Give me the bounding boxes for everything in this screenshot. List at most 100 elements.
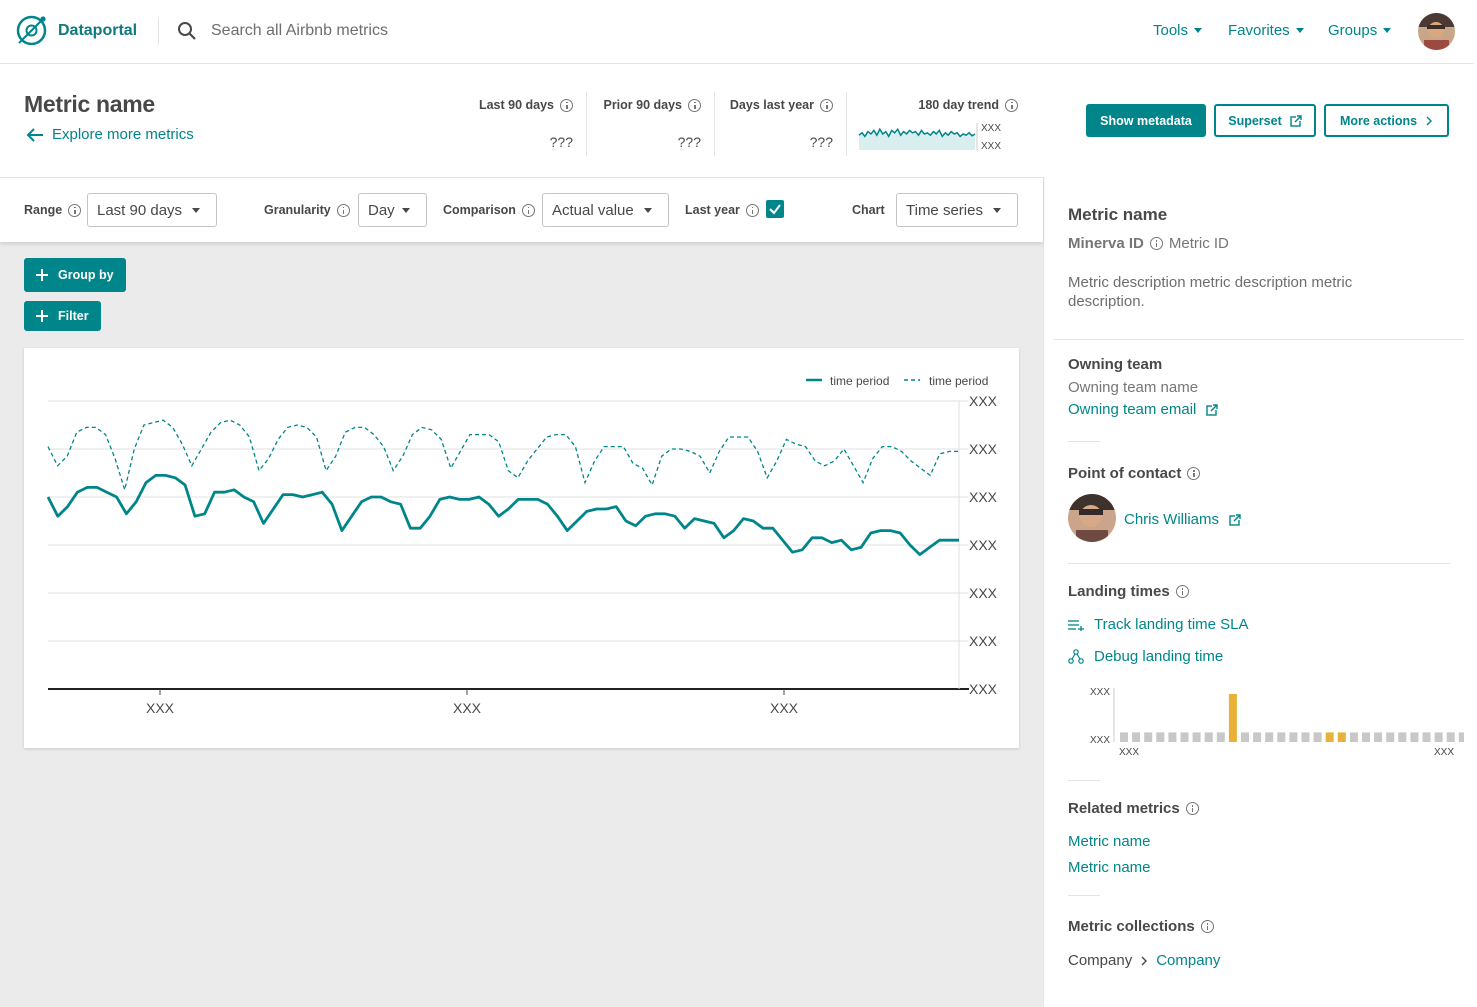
contact-name-link[interactable]: Chris Williams [1124, 511, 1241, 528]
brand-name[interactable]: Dataportal [58, 22, 137, 40]
info-icon[interactable] [336, 203, 350, 217]
chart-label-group: Chart [852, 203, 885, 217]
breadcrumb-root[interactable]: Company [1068, 952, 1132, 969]
more-actions-label: More actions [1339, 113, 1418, 128]
landing-bar [1398, 732, 1407, 742]
time-series-chart[interactable]: XXX XXX XXX XXX XXX XXX XXX XXX XXX XXX time per… [24, 348, 1019, 748]
breadcrumb-leaf[interactable]: Company [1156, 952, 1220, 969]
range-select[interactable]: Last 90 days [87, 193, 217, 227]
more-actions-button[interactable]: More actions [1324, 104, 1449, 137]
superset-label: Superset [1228, 113, 1282, 128]
info-icon[interactable] [521, 203, 535, 217]
metric-id-value: Metric ID [1168, 235, 1229, 252]
search-input[interactable] [211, 19, 611, 43]
landing-times-label: Landing times [1068, 583, 1170, 600]
y-tick-label: XXX [969, 393, 998, 409]
landing-bar [1325, 732, 1334, 742]
y-tick-label: XXX [969, 537, 998, 553]
landing-times-chart[interactable]: XXX XXX XXX XXX [1084, 682, 1464, 762]
landing-bar [1301, 732, 1310, 742]
explore-more-metrics-link[interactable]: Explore more metrics [26, 126, 194, 143]
info-icon[interactable] [68, 203, 82, 217]
stat-value: ??? [549, 134, 573, 150]
contact-avatar[interactable] [1068, 494, 1116, 542]
stat-last-90-days: Last 90 days ??? [440, 98, 573, 150]
related-metrics-label: Related metrics [1068, 800, 1180, 817]
show-metadata-button[interactable]: Show metadata [1086, 104, 1206, 137]
related-metric-link[interactable]: Metric name [1068, 833, 1151, 850]
collection-breadcrumb: Company Company [1068, 952, 1220, 969]
debug-landing-time-link[interactable]: Debug landing time [1068, 648, 1223, 665]
debug-landing-time-label: Debug landing time [1094, 648, 1224, 665]
info-icon[interactable] [1149, 237, 1163, 250]
info-icon[interactable] [745, 203, 759, 217]
arrow-left-icon [26, 127, 43, 142]
landing-x-label-end: XXX [1434, 747, 1454, 758]
granularity-label-group: Granularity [264, 203, 350, 217]
chart-type-select[interactable]: Time series [896, 193, 1018, 227]
related-metric-link[interactable]: Metric name [1068, 859, 1151, 876]
related-metrics-title: Related metrics [1068, 800, 1199, 817]
info-icon[interactable] [560, 98, 573, 112]
owning-team-email-label: Owning team email [1068, 401, 1197, 418]
main-content: Group by Filter XXX XXX XXX XXX XXX XXX XXX XX… [0, 242, 1043, 1007]
group-by-button[interactable]: Group by [24, 258, 126, 292]
landing-bar [1422, 732, 1431, 742]
point-of-contact-title: Point of contact [1068, 465, 1201, 482]
groups-menu[interactable]: Groups [1328, 22, 1392, 39]
tools-menu[interactable]: Tools [1153, 22, 1203, 39]
info-icon[interactable] [1005, 98, 1018, 112]
y-tick-label: XXX [969, 681, 998, 697]
favorites-menu[interactable]: Favorites [1228, 22, 1304, 39]
landing-bar [1362, 732, 1370, 742]
granularity-select[interactable]: Day [358, 193, 427, 227]
favorites-menu-label: Favorites [1228, 22, 1290, 39]
y-tick-label: XXX [969, 441, 998, 457]
minerva-id-label: Minerva ID [1068, 235, 1144, 252]
last-year-label-group: Last year [685, 203, 759, 217]
track-landing-sla-link[interactable]: Track landing time SLA [1068, 616, 1249, 633]
metadata-panel: Metric name Minerva ID Metric ID Metric … [1043, 177, 1474, 1007]
metric-header: Metric name Explore more metrics Last 90… [0, 64, 1474, 177]
landing-bar [1253, 732, 1262, 742]
landing-bar [1434, 732, 1443, 742]
stat-value: ??? [677, 134, 701, 150]
y-axis-ticks: XXX XXX XXX XXX XXX XXX XXX [969, 393, 998, 697]
landing-times-title: Landing times [1068, 583, 1189, 600]
group-by-label: Group by [58, 268, 114, 282]
stat-divider [586, 92, 587, 156]
user-avatar[interactable] [1418, 13, 1455, 50]
landing-bar [1192, 732, 1201, 742]
landing-bar [1180, 732, 1189, 742]
filter-button[interactable]: Filter [24, 301, 101, 331]
last-year-label: Last year [685, 203, 740, 217]
x-tick-label: XXX [770, 700, 799, 716]
dataportal-logo-icon[interactable] [16, 15, 47, 46]
info-icon[interactable] [1175, 585, 1189, 598]
chart-legend: time period time period [806, 374, 988, 388]
last-year-checkbox[interactable] [766, 200, 784, 218]
trend-top-label: XXX [981, 123, 1001, 134]
stat-180-day-trend: 180 day trend [880, 98, 1018, 112]
comparison-select[interactable]: Actual value [542, 193, 669, 227]
stat-days-last-year: Days last year ??? [718, 98, 833, 150]
divider [1068, 780, 1100, 781]
info-icon[interactable] [1185, 802, 1199, 815]
external-link-icon [1290, 114, 1302, 127]
info-icon[interactable] [1200, 920, 1214, 933]
info-icon[interactable] [820, 98, 833, 112]
superset-button[interactable]: Superset [1214, 104, 1316, 137]
checkmark-icon [769, 204, 781, 215]
chevron-down-icon [402, 207, 410, 213]
info-icon[interactable] [1187, 467, 1201, 480]
plus-icon [36, 269, 48, 281]
landing-bar [1216, 732, 1225, 742]
stat-label: Last 90 days [478, 98, 554, 112]
chevron-down-icon [993, 207, 1001, 213]
info-icon[interactable] [688, 98, 701, 112]
granularity-label: Granularity [264, 203, 331, 217]
landing-x-label-start: XXX [1119, 747, 1139, 758]
stat-divider [714, 92, 715, 156]
x-tick-label: XXX [146, 700, 175, 716]
owning-team-email-link[interactable]: Owning team email [1068, 401, 1219, 418]
